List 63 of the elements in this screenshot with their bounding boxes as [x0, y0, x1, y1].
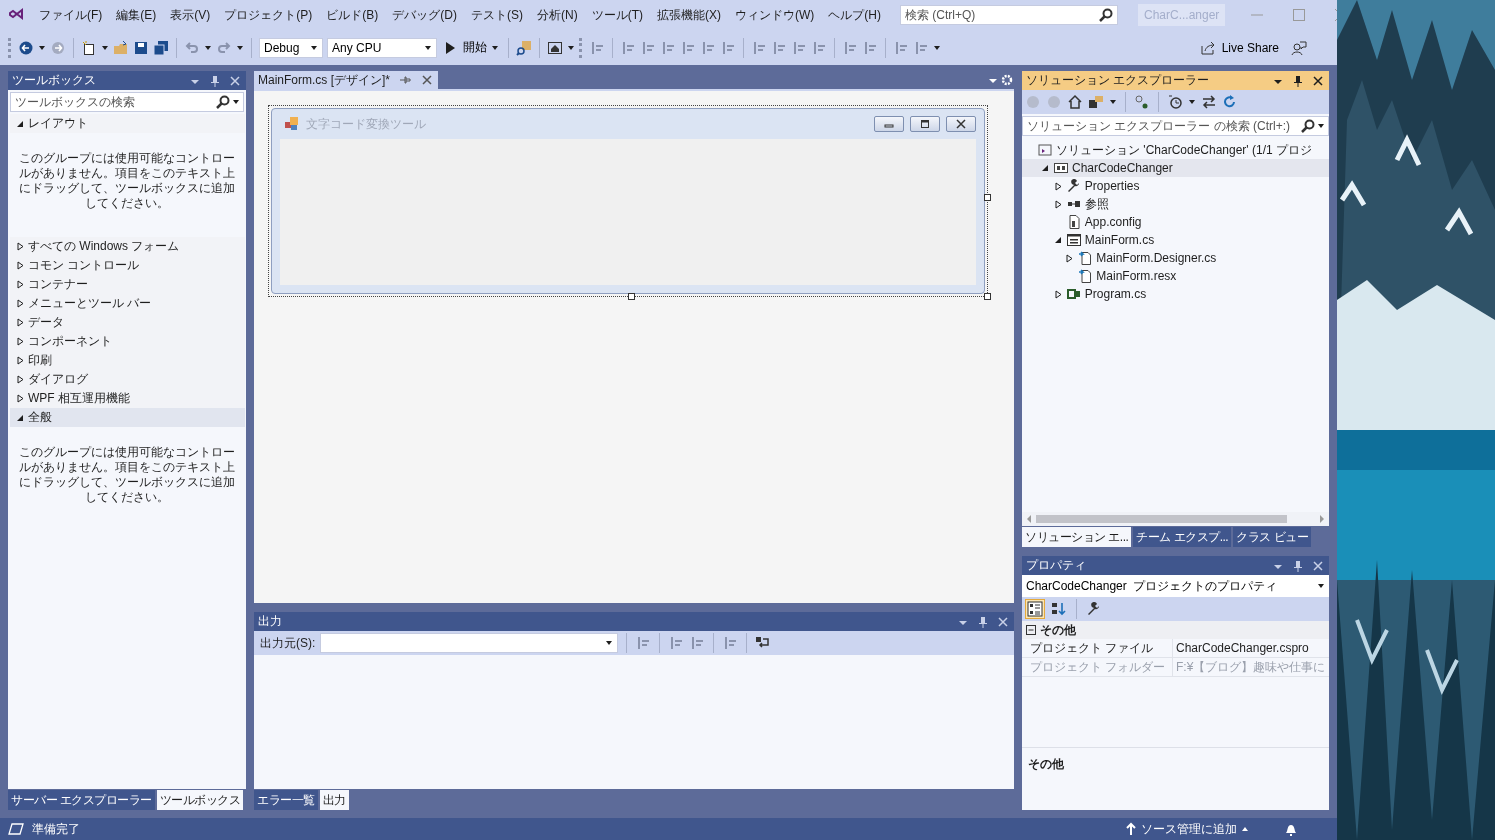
toolbox-group[interactable]: コンテナー — [10, 275, 245, 294]
menu-item[interactable]: テスト(S) — [466, 3, 528, 27]
tree-item[interactable]: Properties — [1022, 177, 1329, 195]
menu-item[interactable]: ツール(T) — [586, 3, 648, 27]
toolbox-group[interactable]: すべての Windows フォーム — [10, 237, 245, 256]
tree-item[interactable]: App.config — [1022, 213, 1329, 231]
toolbox-group[interactable]: WPF 相互運用機能 — [10, 389, 245, 408]
property-name: プロジェクト ファイル — [1022, 639, 1173, 658]
menu-item[interactable]: ビルド(B) — [321, 3, 384, 27]
solution-name-badge: CharC...anger — [1138, 4, 1226, 26]
menu-item[interactable]: プロジェクト(P) — [219, 3, 318, 27]
menu-item[interactable]: 分析(N) — [532, 3, 583, 27]
panel-tab[interactable]: ソリューション エ... — [1022, 527, 1132, 547]
tree-item[interactable]: Program.cs — [1022, 285, 1329, 303]
platform-dropdown[interactable]: Any CPU — [327, 37, 437, 58]
panel-tab[interactable]: サーバー エクスプローラー — [8, 790, 155, 810]
menu-item[interactable]: 編集(E) — [111, 3, 162, 27]
panel-tab[interactable]: エラー一覧 — [254, 790, 318, 810]
toolbox-group[interactable]: コンポーネント — [10, 332, 245, 351]
search-field[interactable]: 検索 (Ctrl+Q) — [900, 5, 1118, 25]
empty-group-message: このグループには使用可能なコントロールがありません。項目をこのテキスト上にドラッグして、ツールボックスに追加してください。 — [18, 151, 236, 211]
tree-item[interactable]: CharCodeChanger — [1022, 159, 1329, 177]
start-button[interactable]: 開始 — [441, 37, 501, 58]
panel-title: ソリューション エクスプローラー — [1026, 72, 1211, 89]
menu-item[interactable]: ヘルプ(H) — [823, 3, 886, 27]
configuration-dropdown[interactable]: Debug — [259, 37, 323, 58]
panel-tab[interactable]: チーム エクスプ... — [1133, 527, 1232, 547]
toolbox-group[interactable]: 全般 — [10, 408, 245, 427]
menu-item[interactable]: ウィンドウ(W) — [730, 3, 820, 27]
property-name: プロジェクト フォルダー — [1022, 658, 1173, 677]
property-category[interactable]: その他 — [1022, 621, 1329, 639]
panel-title: 出力 — [258, 613, 283, 630]
output-source-label: 出力元(S): — [260, 634, 316, 652]
panel-title: ツールボックス — [12, 72, 97, 89]
toolbox-group[interactable]: ダイアログ — [10, 370, 245, 389]
object-dropdown[interactable]: CharCodeChanger プロジェクトのプロパティ — [1022, 575, 1329, 597]
status-text: 準備完了 — [32, 820, 80, 838]
menu-item[interactable]: 表示(V) — [165, 3, 216, 27]
tree-item[interactable]: MainForm.resx — [1022, 267, 1329, 285]
property-value[interactable]: CharCodeChanger.cspro — [1173, 639, 1329, 658]
source-control-button[interactable]: ソース管理に追加 — [1123, 818, 1251, 840]
tree-item[interactable]: MainForm.cs — [1022, 231, 1329, 249]
tree-item[interactable]: 参照 — [1022, 195, 1329, 213]
tree-item[interactable]: ソリューション 'CharCodeChanger' (1/1 プロジ — [1022, 141, 1329, 159]
empty-group-message: このグループには使用可能なコントロールがありません。項目をこのテキスト上にドラッグして、ツールボックスに追加してください。 — [18, 445, 236, 505]
toolbox-group[interactable]: メニューとツール バー — [10, 294, 245, 313]
tree-item[interactable]: MainForm.Designer.cs — [1022, 249, 1329, 267]
panel-tab[interactable]: クラス ビュー — [1233, 527, 1312, 547]
panel-tab[interactable]: 出力 — [319, 790, 349, 810]
solution-search-field[interactable]: ソリューション エクスプローラー の検索 (Ctrl+:) — [1022, 116, 1329, 136]
menu-item[interactable]: 拡張機能(X) — [652, 3, 726, 27]
toolbox-search-field[interactable]: ツールボックスの検索 — [10, 92, 244, 112]
panel-title: プロパティ — [1026, 557, 1087, 574]
live-share-button[interactable]: Live Share — [1191, 37, 1287, 58]
description-title: その他 — [1028, 757, 1064, 771]
panel-tab[interactable]: ツールボックス — [156, 790, 244, 810]
document-tab[interactable]: MainForm.cs [デザイン]* — [254, 71, 438, 89]
menu-item[interactable]: ファイル(F) — [34, 3, 108, 27]
toolbox-group[interactable]: 印刷 — [10, 351, 245, 370]
toolbox-group[interactable]: データ — [10, 313, 245, 332]
menu-item[interactable]: デバッグ(D) — [387, 3, 462, 27]
toolbox-group[interactable]: コモン コントロール — [10, 256, 245, 275]
toolbox-group[interactable]: レイアウト — [10, 114, 245, 133]
